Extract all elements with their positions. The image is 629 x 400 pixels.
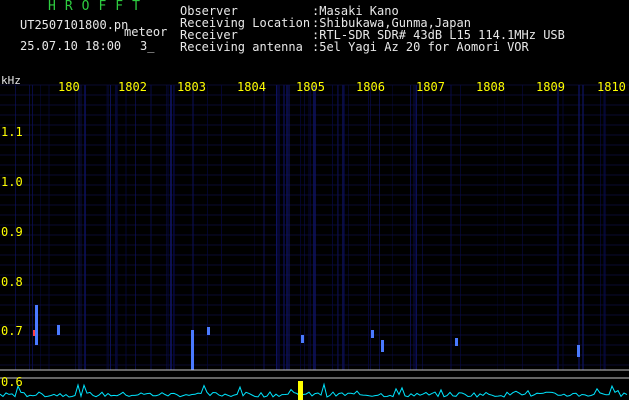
- echo-blip: [57, 325, 60, 335]
- spectrum-trace: [0, 382, 628, 399]
- noise-streak: [300, 85, 301, 370]
- noise-streak: [562, 85, 564, 370]
- noise-streak: [310, 85, 311, 370]
- noise-streak: [283, 85, 285, 370]
- meteor-label: meteor: [124, 25, 168, 39]
- noise-streak: [422, 85, 423, 370]
- noise-streak: [166, 85, 167, 370]
- noise-streak: [40, 85, 41, 370]
- noise-streak: [32, 85, 33, 370]
- x-tick-1809: 1809: [536, 80, 565, 94]
- noise-streak: [342, 85, 344, 370]
- noise-streak: [313, 85, 315, 370]
- noise-streak: [170, 85, 172, 370]
- noise-streak: [522, 85, 523, 370]
- y-tick-0-6: 0.6: [1, 375, 23, 389]
- datetime: 25.07.10 18:00: [20, 39, 122, 53]
- x-tick-1803: 1803: [177, 80, 206, 94]
- meteor-count: 3_: [140, 39, 155, 53]
- noise-streak: [135, 85, 136, 370]
- noise-streak: [416, 85, 417, 370]
- noise-streak: [84, 85, 86, 370]
- y-tick-0-8: 0.8: [1, 275, 23, 289]
- noise-streak: [150, 85, 152, 370]
- noise-streak: [192, 85, 194, 370]
- x-tick-1800: 180: [58, 80, 80, 94]
- echo-blip: [191, 330, 194, 370]
- x-tick-1802: 1802: [118, 80, 147, 94]
- noise-streak: [75, 85, 76, 370]
- noise-streak: [254, 85, 255, 370]
- echo-blip-red: [33, 330, 35, 336]
- y-tick-1-0: 1.0: [1, 175, 23, 189]
- x-tick-1807: 1807: [416, 80, 445, 94]
- noise-streak: [48, 85, 50, 370]
- noise-streak: [221, 85, 222, 370]
- echo-blip: [455, 338, 458, 346]
- spectrogram: [0, 84, 629, 400]
- x-tick-1810: 1810: [597, 80, 626, 94]
- noise-streak: [504, 85, 505, 370]
- y-axis-unit: kHz: [1, 74, 21, 87]
- noise-streak: [263, 85, 265, 370]
- echo-blip: [577, 345, 580, 357]
- noise-streak: [578, 85, 580, 370]
- noise-streak: [29, 85, 30, 370]
- noise-streak: [600, 85, 601, 370]
- noise-streak: [557, 85, 559, 370]
- brand-title: HROFFT: [48, 0, 149, 14]
- x-tick-1805: 1805: [296, 80, 325, 94]
- echo-blip: [371, 330, 374, 338]
- noise-streak: [80, 85, 82, 370]
- echo-blip: [35, 305, 38, 345]
- antenna-value: :5el Yagi Az 20 for Aomori VOR: [312, 40, 529, 54]
- noise-streak: [497, 85, 498, 370]
- noise-streak: [167, 85, 169, 370]
- signal-streaks: [15, 85, 606, 370]
- meteor-spike: [298, 381, 303, 400]
- noise-streak: [110, 85, 111, 370]
- noise-streak: [368, 85, 369, 370]
- noise-streak: [413, 85, 414, 370]
- noise-streak: [337, 85, 338, 370]
- noise-streak: [308, 85, 310, 370]
- x-tick-1804: 1804: [237, 80, 266, 94]
- x-tick-1808: 1808: [476, 80, 505, 94]
- x-tick-1806: 1806: [356, 80, 385, 94]
- noise-streak: [78, 85, 80, 370]
- noise-streak: [410, 85, 411, 370]
- noise-streak: [173, 85, 175, 370]
- echo-blip: [301, 335, 304, 343]
- noise-streak: [460, 85, 461, 370]
- noise-streak: [278, 85, 280, 370]
- noise-streak: [107, 85, 109, 370]
- noise-streak: [276, 85, 277, 370]
- antenna-label: Receiving antenna: [180, 40, 303, 54]
- noise-streak: [344, 85, 345, 370]
- noise-streak: [304, 85, 305, 370]
- noise-streak: [106, 85, 107, 370]
- noise-streak: [348, 85, 349, 370]
- y-tick-0-7: 0.7: [1, 324, 23, 338]
- noise-streak: [288, 85, 290, 370]
- noise-streak: [286, 85, 288, 370]
- noise-streak: [125, 85, 127, 370]
- noise-streak: [115, 85, 117, 370]
- noise-streak: [315, 85, 316, 370]
- noise-streak: [332, 85, 333, 370]
- echo-blip: [381, 340, 384, 352]
- noise-streak: [604, 85, 606, 370]
- noise-streak: [379, 85, 380, 370]
- noise-streak: [450, 85, 452, 370]
- y-tick-1-1: 1.1: [1, 125, 23, 139]
- echo-blip: [207, 327, 210, 335]
- y-tick-0-9: 0.9: [1, 225, 23, 239]
- noise-streak: [392, 85, 393, 370]
- noise-streak: [370, 85, 371, 370]
- noise-streak: [117, 85, 118, 370]
- noise-streak: [414, 85, 415, 370]
- filename: UT2507101800.pn: [20, 18, 129, 32]
- noise-streak: [582, 85, 584, 370]
